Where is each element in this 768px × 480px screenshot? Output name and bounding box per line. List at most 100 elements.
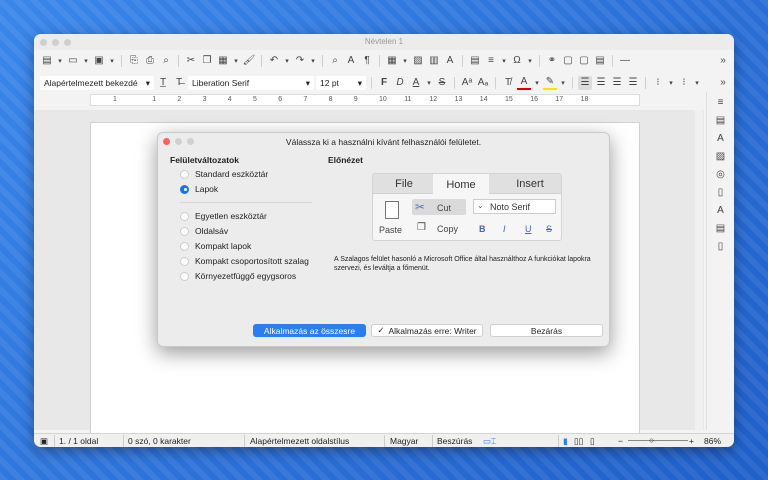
more-tools-icon[interactable]: »	[716, 76, 730, 90]
vertical-scrollbar[interactable]	[695, 110, 703, 430]
zoom-level[interactable]: 86%	[704, 436, 721, 446]
insert-field-icon[interactable]: ≡	[484, 54, 498, 68]
zoom-in-icon[interactable]: +	[689, 436, 694, 446]
chevron-down-icon[interactable]: ▾	[425, 76, 433, 90]
superscript-icon[interactable]: Aᵃ	[460, 76, 474, 90]
numbered-list-icon[interactable]: ⁝	[677, 76, 691, 90]
word-count[interactable]: 0 szó, 0 karakter	[128, 436, 191, 446]
book-view-icon[interactable]: ▯	[590, 436, 595, 447]
font-name-select[interactable]: Liberation Serif ▾	[188, 76, 314, 90]
insert-chart-icon[interactable]: ▥	[427, 54, 441, 68]
align-left-icon[interactable]: ☰	[578, 76, 592, 90]
sidebar-menu-icon[interactable]: ≡	[714, 96, 728, 110]
chevron-down-icon[interactable]: ▾	[526, 54, 534, 68]
insert-image-icon[interactable]: ▨	[411, 54, 425, 68]
zoom-slider[interactable]	[628, 440, 688, 441]
page-icon[interactable]: ▯	[714, 186, 728, 200]
align-right-icon[interactable]: ☰	[610, 76, 624, 90]
font-color-icon[interactable]: A	[517, 76, 531, 90]
new-style-icon[interactable]: T̶	[172, 76, 186, 90]
chevron-down-icon[interactable]: ▾	[667, 76, 675, 90]
chevron-down-icon[interactable]: ▾	[82, 54, 90, 68]
chevron-down-icon[interactable]: ▾	[309, 54, 317, 68]
multi-page-view-icon[interactable]: ▯▯	[574, 436, 583, 447]
chevron-down-icon[interactable]: ▾	[693, 76, 701, 90]
option-contextual-single[interactable]: Környezetfüggő egygsoros	[180, 270, 296, 282]
apply-to-all-button[interactable]: Alkalmazás az összesre	[253, 324, 366, 337]
clear-formatting-icon[interactable]: T̸	[501, 76, 515, 90]
save-icon[interactable]: ▣	[92, 54, 106, 68]
print-preview-icon[interactable]: ⌕	[159, 54, 173, 68]
find-replace-icon[interactable]: ⌕	[328, 54, 342, 68]
copy-icon[interactable]: ❐	[200, 54, 214, 68]
zoom-slider-handle[interactable]: ○	[649, 435, 654, 445]
bullet-list-icon[interactable]: ⁝	[651, 76, 665, 90]
horizontal-line-icon[interactable]: —	[618, 54, 632, 68]
italic-icon[interactable]: D	[393, 76, 407, 90]
style-inspector-icon[interactable]: A	[714, 204, 728, 218]
highlight-color-icon[interactable]: ✎	[543, 76, 557, 90]
single-page-view-icon[interactable]: ▮	[563, 436, 568, 447]
zoom-out-icon[interactable]: −	[618, 436, 623, 446]
option-sidebar[interactable]: Oldalsáv	[180, 225, 228, 237]
formatting-marks-icon[interactable]: ¶	[360, 54, 374, 68]
spelling-icon[interactable]: A	[344, 54, 358, 68]
navigator-icon[interactable]: ◎	[714, 168, 728, 182]
manage-changes-icon[interactable]: ▤	[714, 222, 728, 236]
footnote-icon[interactable]: ▢	[561, 54, 575, 68]
new-document-icon[interactable]: ▤	[40, 54, 54, 68]
more-tools-icon[interactable]: »	[716, 54, 730, 68]
comment-icon[interactable]: ▢	[577, 54, 591, 68]
chevron-down-icon[interactable]: ▾	[401, 54, 409, 68]
option-tabbed-compact[interactable]: Kompakt lapok	[180, 240, 251, 252]
chevron-down-icon[interactable]: ▾	[533, 76, 541, 90]
radio-button[interactable]	[180, 241, 189, 251]
chevron-down-icon[interactable]: ▾	[559, 76, 567, 90]
radio-button[interactable]	[180, 271, 189, 281]
option-groupedbar-compact[interactable]: Kompakt csoportosított szalag	[180, 255, 309, 267]
page-break-icon[interactable]: ▤	[468, 54, 482, 68]
undo-icon[interactable]: ↶	[267, 54, 281, 68]
chevron-down-icon[interactable]: ▾	[283, 54, 291, 68]
chevron-down-icon[interactable]: ▾	[232, 54, 240, 68]
properties-icon[interactable]: ▤	[714, 114, 728, 128]
special-character-icon[interactable]: Ω	[510, 54, 524, 68]
clone-formatting-icon[interactable]: 🖌	[242, 54, 256, 68]
radio-button[interactable]	[180, 169, 189, 179]
radio-button-selected[interactable]	[180, 184, 189, 194]
subscript-icon[interactable]: Aₐ	[476, 76, 490, 90]
page-count[interactable]: 1. / 1 oldal	[59, 436, 98, 446]
language[interactable]: Magyar	[390, 436, 418, 446]
option-standard-toolbar[interactable]: Standard eszköztár	[180, 168, 268, 180]
track-changes-icon[interactable]: ▤	[593, 54, 607, 68]
radio-button[interactable]	[180, 256, 189, 266]
gallery-icon[interactable]: ▨	[714, 150, 728, 164]
strikethrough-icon[interactable]: S	[435, 76, 449, 90]
redo-icon[interactable]: ↷	[293, 54, 307, 68]
print-icon[interactable]: ⎙	[143, 54, 157, 68]
open-folder-icon[interactable]: ▭	[66, 54, 80, 68]
justify-icon[interactable]: ☰	[626, 76, 640, 90]
underline-icon[interactable]: A	[409, 76, 423, 90]
insert-table-icon[interactable]: ▦	[385, 54, 399, 68]
design-icon[interactable]: ▯	[714, 240, 728, 254]
option-single-toolbar[interactable]: Egyetlen eszköztár	[180, 210, 267, 222]
page-style[interactable]: Alapértelmezett oldalstílus	[250, 436, 349, 446]
align-center-icon[interactable]: ☰	[594, 76, 608, 90]
radio-button[interactable]	[180, 226, 189, 236]
radio-button[interactable]	[180, 211, 189, 221]
export-pdf-icon[interactable]: ⎘	[127, 54, 141, 68]
selection-mode-icon[interactable]: ▭⌶	[483, 436, 496, 447]
chevron-down-icon[interactable]: ▾	[500, 54, 508, 68]
close-button[interactable]: Bezárás	[490, 324, 603, 337]
paragraph-style-select[interactable]: Alapértelmezett bekezdé ▾	[40, 76, 154, 90]
chevron-down-icon[interactable]: ▾	[108, 54, 116, 68]
paste-icon[interactable]: ▦	[216, 54, 230, 68]
insert-mode[interactable]: Beszúrás	[437, 436, 472, 446]
font-size-select[interactable]: 12 pt ▾	[316, 76, 366, 90]
cut-icon[interactable]: ✂	[184, 54, 198, 68]
insert-textbox-icon[interactable]: A	[443, 54, 457, 68]
bold-icon[interactable]: F	[377, 76, 391, 90]
styles-icon[interactable]: A	[714, 132, 728, 146]
hyperlink-icon[interactable]: ⚭	[545, 54, 559, 68]
